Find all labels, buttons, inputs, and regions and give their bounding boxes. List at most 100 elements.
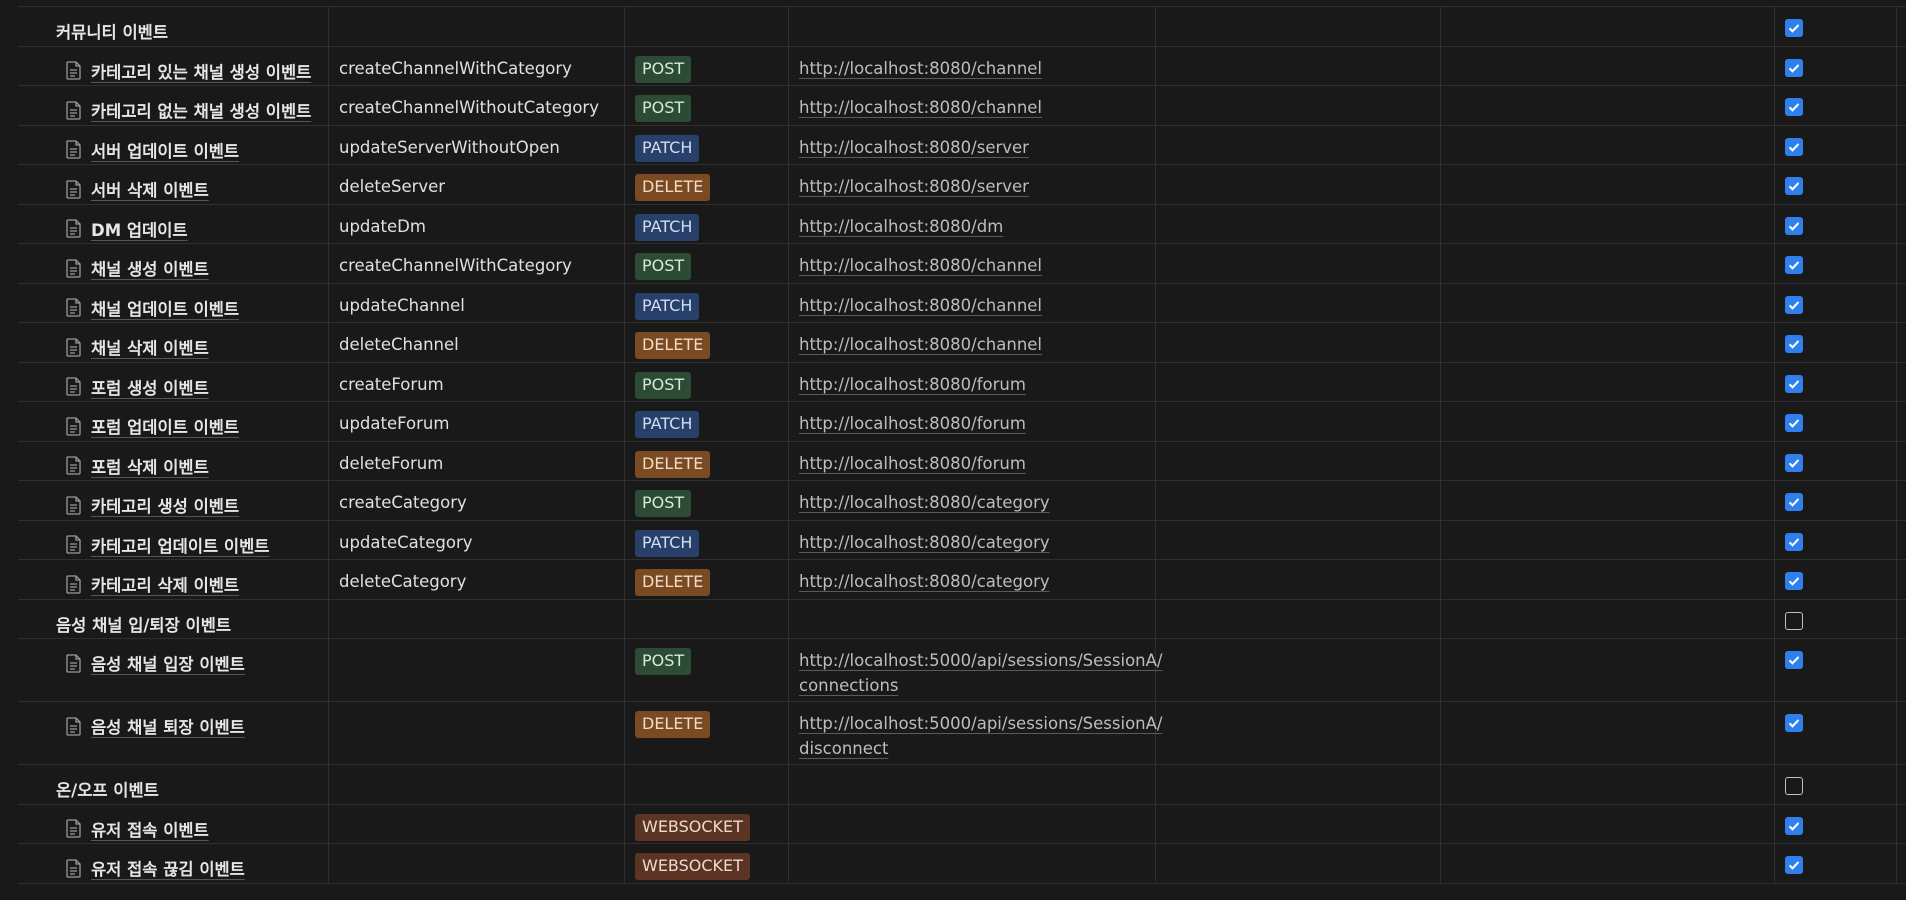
url-link[interactable]: http://localhost:8080/channel xyxy=(799,253,1149,278)
url-link[interactable]: http://localhost:8080/category xyxy=(799,530,1149,555)
empty-cell[interactable] xyxy=(1156,283,1441,323)
name-cell[interactable]: 포럼 업데이트 이벤트 xyxy=(0,402,329,442)
method-cell[interactable]: PATCH xyxy=(625,520,789,560)
done-cell[interactable] xyxy=(1775,86,1897,126)
empty-cell[interactable] xyxy=(1441,165,1775,205)
name-cell[interactable]: 음성 채널 퇴장 이벤트 xyxy=(0,702,329,765)
done-checkbox[interactable] xyxy=(1785,216,1803,235)
done-checkbox[interactable] xyxy=(1785,414,1803,432)
function-cell[interactable]: updateChannel xyxy=(329,283,625,323)
url-cell[interactable]: http://localhost:8080/server xyxy=(789,125,1156,165)
name-cell[interactable]: 카테고리 업데이트 이벤트 xyxy=(0,520,329,560)
table-row[interactable]: 서버 삭제 이벤트 deleteServer DELETE http://localh… xyxy=(18,164,1906,205)
page-link[interactable]: 포럼 생성 이벤트 xyxy=(66,375,209,399)
done-cell[interactable] xyxy=(1775,46,1897,86)
table-row[interactable]: 채널 삭제 이벤트 deleteChannel DELETE http://local… xyxy=(18,322,1906,363)
done-cell[interactable] xyxy=(1775,283,1897,323)
name-cell[interactable]: 음성 채널 입/퇴장 이벤트 xyxy=(0,599,329,639)
function-cell[interactable] xyxy=(329,765,625,805)
table-row[interactable]: 포럼 삭제 이벤트 deleteForum DELETE http://localho… xyxy=(18,440,1906,481)
empty-cell[interactable] xyxy=(1441,125,1775,165)
method-cell[interactable] xyxy=(625,7,789,47)
function-cell[interactable]: updateDm xyxy=(329,204,625,244)
page-link[interactable]: 유저 접속 이벤트 xyxy=(66,817,209,841)
function-cell[interactable]: deleteServer xyxy=(329,165,625,205)
empty-cell[interactable] xyxy=(1441,283,1775,323)
done-cell[interactable] xyxy=(1775,204,1897,244)
done-checkbox[interactable] xyxy=(1785,493,1803,511)
empty-cell[interactable] xyxy=(1156,441,1441,481)
url-cell[interactable]: http://localhost:8080/dm xyxy=(789,204,1156,244)
name-cell[interactable]: DM 업데이트 xyxy=(0,204,329,244)
method-cell[interactable]: PATCH xyxy=(625,125,789,165)
name-cell[interactable]: 카테고리 있는 채널 생성 이벤트 xyxy=(0,46,329,86)
done-checkbox[interactable] xyxy=(1785,816,1803,835)
done-cell[interactable] xyxy=(1775,165,1897,205)
function-cell[interactable]: deleteCategory xyxy=(329,560,625,600)
empty-cell[interactable] xyxy=(1441,204,1775,244)
empty-cell[interactable] xyxy=(1441,244,1775,284)
table-row[interactable]: 음성 채널 퇴장 이벤트 DELETE http://localhost:5000/… xyxy=(18,701,1906,765)
function-cell[interactable] xyxy=(329,804,625,844)
url-cell[interactable]: http://localhost:8080/channel xyxy=(789,46,1156,86)
done-checkbox[interactable] xyxy=(1785,714,1803,732)
name-cell[interactable]: 채널 삭제 이벤트 xyxy=(0,323,329,363)
empty-cell[interactable] xyxy=(1441,441,1775,481)
empty-cell[interactable] xyxy=(1441,7,1775,47)
done-cell[interactable] xyxy=(1775,125,1897,165)
method-cell[interactable]: DELETE xyxy=(625,165,789,205)
name-cell[interactable]: 카테고리 삭제 이벤트 xyxy=(0,560,329,600)
empty-cell[interactable] xyxy=(1156,165,1441,205)
done-checkbox[interactable] xyxy=(1785,856,1803,874)
method-cell[interactable]: WEBSOCKET xyxy=(625,804,789,844)
function-cell[interactable]: updateForum xyxy=(329,402,625,442)
done-cell[interactable] xyxy=(1775,323,1897,363)
page-link[interactable]: 채널 삭제 이벤트 xyxy=(66,335,209,359)
name-cell[interactable]: 채널 업데이트 이벤트 xyxy=(0,283,329,323)
empty-cell[interactable] xyxy=(1156,244,1441,284)
done-cell[interactable] xyxy=(1775,560,1897,600)
empty-cell[interactable] xyxy=(1441,362,1775,402)
method-cell[interactable]: DELETE xyxy=(625,702,789,765)
page-link[interactable]: 음성 채널 입장 이벤트 xyxy=(66,651,245,675)
empty-cell[interactable] xyxy=(1441,560,1775,600)
name-cell[interactable]: 포럼 생성 이벤트 xyxy=(0,362,329,402)
url-cell[interactable]: http://localhost:8080/category xyxy=(789,560,1156,600)
url-link[interactable]: http://localhost:8080/server xyxy=(799,174,1149,199)
empty-cell[interactable] xyxy=(1441,520,1775,560)
empty-cell[interactable] xyxy=(1441,402,1775,442)
url-cell[interactable] xyxy=(789,844,1156,884)
done-cell[interactable] xyxy=(1775,441,1897,481)
table-row[interactable]: 유저 접속 이벤트 WEBSOCKET xyxy=(18,803,1906,844)
done-checkbox[interactable] xyxy=(1785,532,1803,551)
url-cell[interactable]: http://localhost:8080/forum xyxy=(789,402,1156,442)
done-checkbox[interactable] xyxy=(1785,256,1803,274)
table-row[interactable]: 서버 업데이트 이벤트 updateServerWithoutOpen PATCH h… xyxy=(18,124,1906,165)
table-row[interactable]: 카테고리 업데이트 이벤트 updateCategory PATCH http://l… xyxy=(18,519,1906,560)
page-link[interactable]: 유저 접속 끊김 이벤트 xyxy=(66,856,245,880)
method-cell[interactable]: POST xyxy=(625,481,789,521)
url-cell[interactable]: http://localhost:8080/forum xyxy=(789,441,1156,481)
empty-cell[interactable] xyxy=(1156,599,1441,639)
url-link[interactable]: http://localhost:8080/server xyxy=(799,135,1149,160)
done-cell[interactable] xyxy=(1775,244,1897,284)
name-cell[interactable]: 포럼 삭제 이벤트 xyxy=(0,441,329,481)
page-link[interactable]: 채널 업데이트 이벤트 xyxy=(66,296,239,320)
done-checkbox[interactable] xyxy=(1785,611,1803,630)
empty-cell[interactable] xyxy=(1441,702,1775,765)
page-link[interactable]: 카테고리 업데이트 이벤트 xyxy=(66,533,269,557)
empty-cell[interactable] xyxy=(1156,125,1441,165)
empty-cell[interactable] xyxy=(1156,844,1441,884)
name-cell[interactable]: 온/오프 이벤트 xyxy=(0,765,329,805)
method-cell[interactable] xyxy=(625,599,789,639)
url-link[interactable]: http://localhost:8080/category xyxy=(799,490,1149,515)
empty-cell[interactable] xyxy=(1156,520,1441,560)
done-checkbox[interactable] xyxy=(1785,58,1803,77)
done-cell[interactable] xyxy=(1775,520,1897,560)
empty-cell[interactable] xyxy=(1156,402,1441,442)
method-cell[interactable]: PATCH xyxy=(625,402,789,442)
url-link[interactable]: http://localhost:5000/api/sessions/Sessi… xyxy=(799,711,1162,761)
function-cell[interactable] xyxy=(329,599,625,639)
function-cell[interactable]: createCategory xyxy=(329,481,625,521)
method-cell[interactable]: POST xyxy=(625,362,789,402)
